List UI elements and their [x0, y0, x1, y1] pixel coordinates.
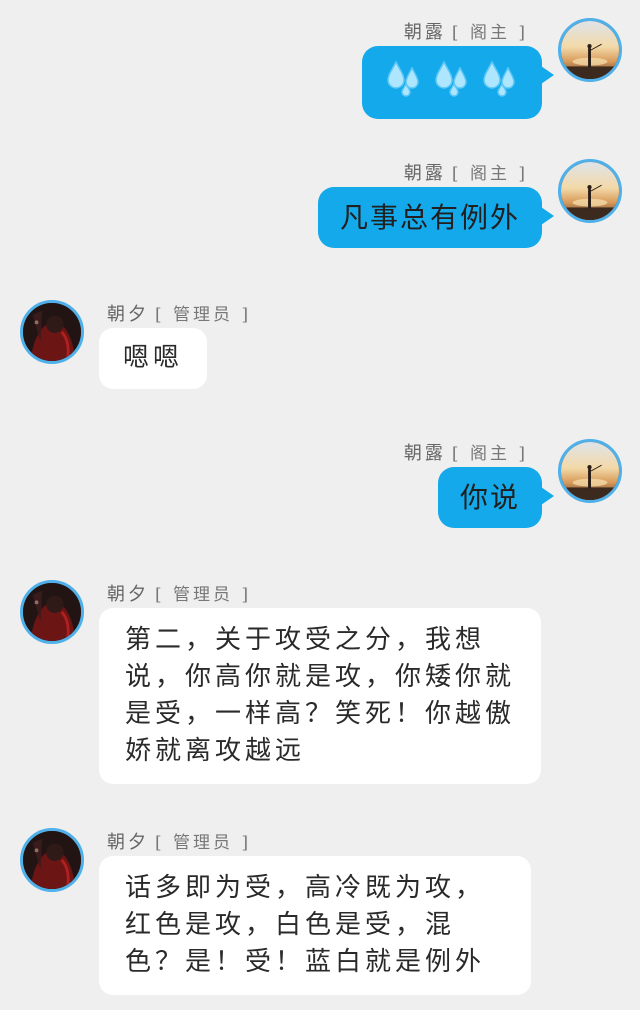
- sender-name: 朝露[ 阁主 ]: [404, 18, 528, 44]
- message-text: 嗯嗯: [123, 343, 184, 373]
- avatar[interactable]: [20, 300, 84, 364]
- message-outgoing: 朝露[ 阁主 ]: [0, 0, 640, 120]
- sender-role: [ 阁主 ]: [451, 23, 528, 43]
- sender-nickname: 朝露: [403, 443, 446, 464]
- message-bubble[interactable]: [362, 46, 554, 119]
- avatar[interactable]: [558, 18, 622, 82]
- avatar[interactable]: [20, 828, 84, 892]
- message-outgoing: 朝露[ 阁主 ] 你说: [0, 421, 640, 541]
- sweat-drops-group: [384, 58, 520, 98]
- message-incoming: 朝夕 [ 管理员 ] 第二，关于攻受之分，我想说，你高你就是攻，你矮你就是受，一样…: [0, 562, 640, 792]
- sender-name: 朝露[ 阁主 ]: [404, 439, 528, 465]
- message-outgoing: 朝露[ 阁主 ] 凡事总有例外: [0, 141, 640, 261]
- sender-nickname: 朝露: [403, 22, 446, 43]
- message-text: 凡事总有例外: [339, 201, 520, 234]
- message-text: 话多即为受，高冷既为攻，红色是攻，白色是受，混色？是！受！蓝白就是例外: [125, 873, 486, 977]
- sender-nickname: 朝夕: [107, 832, 149, 853]
- avatar-sunset-image: [561, 21, 619, 79]
- message-text: 第二，关于攻受之分，我想说，你高你就是攻，你矮你就是受，一样高？笑死！你越傲娇就…: [125, 625, 516, 766]
- message-bubble[interactable]: 第二，关于攻受之分，我想说，你高你就是攻，你矮你就是受，一样高？笑死！你越傲娇就…: [99, 608, 541, 784]
- avatar-dark-red-image: [23, 831, 81, 889]
- sender-role: [ 管理员 ]: [155, 585, 252, 605]
- sender-name: 朝夕 [ 管理员 ]: [107, 580, 251, 606]
- sweat-drops-icon: [384, 58, 424, 98]
- message-bubble[interactable]: 你说: [437, 467, 555, 528]
- message-bubble[interactable]: 嗯嗯: [99, 328, 208, 389]
- sweat-drops-icon: [432, 58, 472, 98]
- message-text: 你说: [459, 481, 520, 514]
- avatar-sunset-image: [561, 162, 619, 220]
- chat-thread: 朝露[ 阁主 ] 朝露 [阁主] 凡事总有例外 朝夕 [管理员] 嗯嗯 …: [0, 0, 640, 1010]
- avatar[interactable]: [558, 159, 622, 223]
- sender-role: [ 阁主 ]: [451, 164, 528, 184]
- sender-name: 朝夕 [ 管理员 ]: [107, 828, 251, 854]
- message-incoming: 朝夕 [ 管理员 ] 话多即为受，高冷既为攻，红色是攻，白色是受，混色？是！受！蓝…: [0, 810, 640, 1010]
- sweat-drops-icon: [480, 58, 520, 98]
- avatar-sunset-image: [561, 442, 619, 500]
- sender-role: [ 阁主 ]: [451, 444, 528, 464]
- sender-nickname: 朝露: [403, 163, 446, 184]
- avatar[interactable]: [558, 439, 622, 503]
- sender-name: 朝露[ 阁主 ]: [404, 159, 528, 185]
- sender-nickname: 朝夕: [107, 584, 149, 605]
- message-incoming: 朝夕 [ 管理员 ] 嗯嗯: [0, 282, 640, 402]
- avatar[interactable]: [20, 580, 84, 644]
- sender-role: [ 管理员 ]: [155, 305, 252, 325]
- avatar-dark-red-image: [23, 583, 81, 641]
- message-bubble[interactable]: 凡事总有例外: [317, 187, 555, 248]
- sender-name: 朝夕 [ 管理员 ]: [107, 300, 251, 326]
- sender-role: [ 管理员 ]: [155, 833, 252, 853]
- sender-nickname: 朝夕: [107, 304, 149, 325]
- avatar-dark-red-image: [23, 303, 81, 361]
- message-bubble[interactable]: 话多即为受，高冷既为攻，红色是攻，白色是受，混色？是！受！蓝白就是例外: [99, 856, 531, 995]
